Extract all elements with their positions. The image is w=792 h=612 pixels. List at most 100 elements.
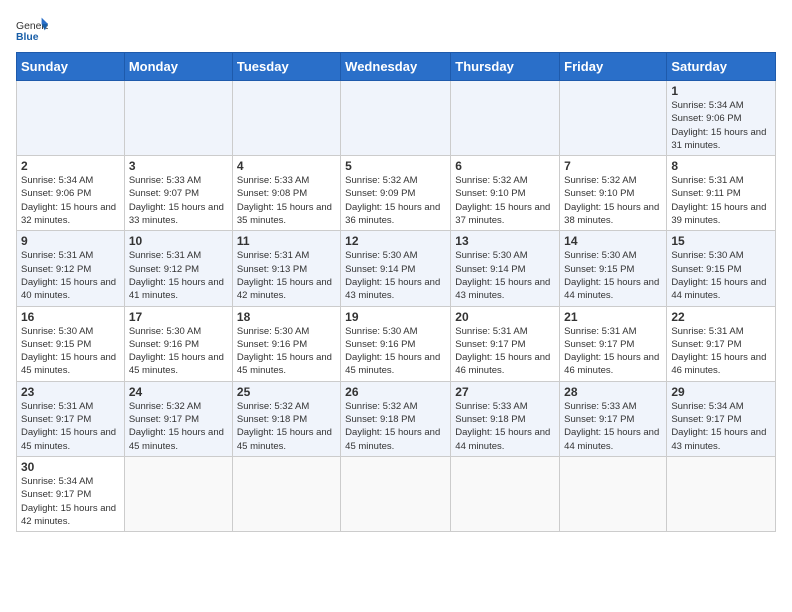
day-info: Sunrise: 5:30 AM Sunset: 9:16 PM Dayligh…: [237, 325, 336, 378]
day-info: Sunrise: 5:34 AM Sunset: 9:17 PM Dayligh…: [21, 475, 120, 528]
calendar-day-cell: [667, 456, 776, 531]
day-number: 25: [237, 385, 336, 399]
calendar-day-cell: [232, 456, 340, 531]
day-info: Sunrise: 5:30 AM Sunset: 9:15 PM Dayligh…: [671, 249, 771, 302]
day-number: 26: [345, 385, 446, 399]
day-number: 20: [455, 310, 555, 324]
day-number: 27: [455, 385, 555, 399]
calendar-week-row: 16Sunrise: 5:30 AM Sunset: 9:15 PM Dayli…: [17, 306, 776, 381]
day-info: Sunrise: 5:33 AM Sunset: 9:17 PM Dayligh…: [564, 400, 662, 453]
day-info: Sunrise: 5:32 AM Sunset: 9:10 PM Dayligh…: [455, 174, 555, 227]
page-header: General Blue: [16, 16, 776, 44]
calendar-table: SundayMondayTuesdayWednesdayThursdayFrid…: [16, 52, 776, 532]
calendar-day-cell: [451, 81, 560, 156]
day-info: Sunrise: 5:34 AM Sunset: 9:17 PM Dayligh…: [671, 400, 771, 453]
calendar-day-cell: 6Sunrise: 5:32 AM Sunset: 9:10 PM Daylig…: [451, 156, 560, 231]
calendar-day-cell: 10Sunrise: 5:31 AM Sunset: 9:12 PM Dayli…: [124, 231, 232, 306]
calendar-week-row: 23Sunrise: 5:31 AM Sunset: 9:17 PM Dayli…: [17, 381, 776, 456]
day-number: 13: [455, 234, 555, 248]
day-info: Sunrise: 5:30 AM Sunset: 9:14 PM Dayligh…: [345, 249, 446, 302]
calendar-day-header: Saturday: [667, 53, 776, 81]
day-info: Sunrise: 5:32 AM Sunset: 9:17 PM Dayligh…: [129, 400, 228, 453]
calendar-day-cell: 13Sunrise: 5:30 AM Sunset: 9:14 PM Dayli…: [451, 231, 560, 306]
calendar-day-cell: 24Sunrise: 5:32 AM Sunset: 9:17 PM Dayli…: [124, 381, 232, 456]
day-info: Sunrise: 5:31 AM Sunset: 9:12 PM Dayligh…: [129, 249, 228, 302]
day-number: 24: [129, 385, 228, 399]
day-info: Sunrise: 5:33 AM Sunset: 9:08 PM Dayligh…: [237, 174, 336, 227]
day-number: 4: [237, 159, 336, 173]
day-number: 11: [237, 234, 336, 248]
day-info: Sunrise: 5:34 AM Sunset: 9:06 PM Dayligh…: [671, 99, 771, 152]
day-info: Sunrise: 5:30 AM Sunset: 9:16 PM Dayligh…: [129, 325, 228, 378]
calendar-day-cell: 27Sunrise: 5:33 AM Sunset: 9:18 PM Dayli…: [451, 381, 560, 456]
day-number: 29: [671, 385, 771, 399]
calendar-day-cell: 30Sunrise: 5:34 AM Sunset: 9:17 PM Dayli…: [17, 456, 125, 531]
calendar-day-cell: 12Sunrise: 5:30 AM Sunset: 9:14 PM Dayli…: [341, 231, 451, 306]
calendar-day-header: Friday: [560, 53, 667, 81]
day-info: Sunrise: 5:31 AM Sunset: 9:17 PM Dayligh…: [455, 325, 555, 378]
day-info: Sunrise: 5:32 AM Sunset: 9:10 PM Dayligh…: [564, 174, 662, 227]
day-info: Sunrise: 5:30 AM Sunset: 9:14 PM Dayligh…: [455, 249, 555, 302]
day-info: Sunrise: 5:31 AM Sunset: 9:11 PM Dayligh…: [671, 174, 771, 227]
day-number: 15: [671, 234, 771, 248]
calendar-day-cell: 7Sunrise: 5:32 AM Sunset: 9:10 PM Daylig…: [560, 156, 667, 231]
calendar-day-header: Monday: [124, 53, 232, 81]
calendar-day-header: Tuesday: [232, 53, 340, 81]
day-info: Sunrise: 5:34 AM Sunset: 9:06 PM Dayligh…: [21, 174, 120, 227]
calendar-week-row: 1Sunrise: 5:34 AM Sunset: 9:06 PM Daylig…: [17, 81, 776, 156]
day-number: 21: [564, 310, 662, 324]
day-number: 10: [129, 234, 228, 248]
day-number: 5: [345, 159, 446, 173]
calendar-day-cell: [560, 81, 667, 156]
calendar-day-cell: 19Sunrise: 5:30 AM Sunset: 9:16 PM Dayli…: [341, 306, 451, 381]
calendar-day-cell: 3Sunrise: 5:33 AM Sunset: 9:07 PM Daylig…: [124, 156, 232, 231]
calendar-day-cell: 8Sunrise: 5:31 AM Sunset: 9:11 PM Daylig…: [667, 156, 776, 231]
calendar-day-cell: 1Sunrise: 5:34 AM Sunset: 9:06 PM Daylig…: [667, 81, 776, 156]
day-info: Sunrise: 5:30 AM Sunset: 9:16 PM Dayligh…: [345, 325, 446, 378]
day-info: Sunrise: 5:31 AM Sunset: 9:13 PM Dayligh…: [237, 249, 336, 302]
day-number: 22: [671, 310, 771, 324]
day-number: 1: [671, 84, 771, 98]
day-info: Sunrise: 5:32 AM Sunset: 9:09 PM Dayligh…: [345, 174, 446, 227]
calendar-day-cell: [341, 456, 451, 531]
calendar-day-cell: 16Sunrise: 5:30 AM Sunset: 9:15 PM Dayli…: [17, 306, 125, 381]
calendar-day-cell: 21Sunrise: 5:31 AM Sunset: 9:17 PM Dayli…: [560, 306, 667, 381]
calendar-week-row: 30Sunrise: 5:34 AM Sunset: 9:17 PM Dayli…: [17, 456, 776, 531]
calendar-day-cell: [451, 456, 560, 531]
calendar-day-cell: 4Sunrise: 5:33 AM Sunset: 9:08 PM Daylig…: [232, 156, 340, 231]
calendar-day-cell: 20Sunrise: 5:31 AM Sunset: 9:17 PM Dayli…: [451, 306, 560, 381]
day-info: Sunrise: 5:31 AM Sunset: 9:17 PM Dayligh…: [671, 325, 771, 378]
calendar-day-cell: 28Sunrise: 5:33 AM Sunset: 9:17 PM Dayli…: [560, 381, 667, 456]
day-info: Sunrise: 5:31 AM Sunset: 9:17 PM Dayligh…: [564, 325, 662, 378]
calendar-day-cell: 29Sunrise: 5:34 AM Sunset: 9:17 PM Dayli…: [667, 381, 776, 456]
calendar-day-cell: 25Sunrise: 5:32 AM Sunset: 9:18 PM Dayli…: [232, 381, 340, 456]
calendar-day-cell: 26Sunrise: 5:32 AM Sunset: 9:18 PM Dayli…: [341, 381, 451, 456]
day-number: 16: [21, 310, 120, 324]
day-info: Sunrise: 5:32 AM Sunset: 9:18 PM Dayligh…: [345, 400, 446, 453]
day-number: 3: [129, 159, 228, 173]
calendar-day-cell: [560, 456, 667, 531]
day-number: 19: [345, 310, 446, 324]
svg-text:Blue: Blue: [16, 32, 39, 43]
calendar-week-row: 9Sunrise: 5:31 AM Sunset: 9:12 PM Daylig…: [17, 231, 776, 306]
day-info: Sunrise: 5:32 AM Sunset: 9:18 PM Dayligh…: [237, 400, 336, 453]
calendar-day-header: Sunday: [17, 53, 125, 81]
day-info: Sunrise: 5:33 AM Sunset: 9:18 PM Dayligh…: [455, 400, 555, 453]
calendar-day-cell: [341, 81, 451, 156]
calendar-day-cell: 14Sunrise: 5:30 AM Sunset: 9:15 PM Dayli…: [560, 231, 667, 306]
calendar-day-cell: 5Sunrise: 5:32 AM Sunset: 9:09 PM Daylig…: [341, 156, 451, 231]
calendar-day-cell: 23Sunrise: 5:31 AM Sunset: 9:17 PM Dayli…: [17, 381, 125, 456]
calendar-day-cell: 11Sunrise: 5:31 AM Sunset: 9:13 PM Dayli…: [232, 231, 340, 306]
calendar-day-cell: 15Sunrise: 5:30 AM Sunset: 9:15 PM Dayli…: [667, 231, 776, 306]
calendar-day-header: Thursday: [451, 53, 560, 81]
calendar-day-cell: 9Sunrise: 5:31 AM Sunset: 9:12 PM Daylig…: [17, 231, 125, 306]
day-info: Sunrise: 5:30 AM Sunset: 9:15 PM Dayligh…: [21, 325, 120, 378]
day-number: 14: [564, 234, 662, 248]
day-number: 30: [21, 460, 120, 474]
calendar-day-cell: [17, 81, 125, 156]
day-number: 17: [129, 310, 228, 324]
calendar-day-cell: [232, 81, 340, 156]
calendar-day-cell: 18Sunrise: 5:30 AM Sunset: 9:16 PM Dayli…: [232, 306, 340, 381]
day-info: Sunrise: 5:31 AM Sunset: 9:12 PM Dayligh…: [21, 249, 120, 302]
calendar-day-cell: [124, 81, 232, 156]
